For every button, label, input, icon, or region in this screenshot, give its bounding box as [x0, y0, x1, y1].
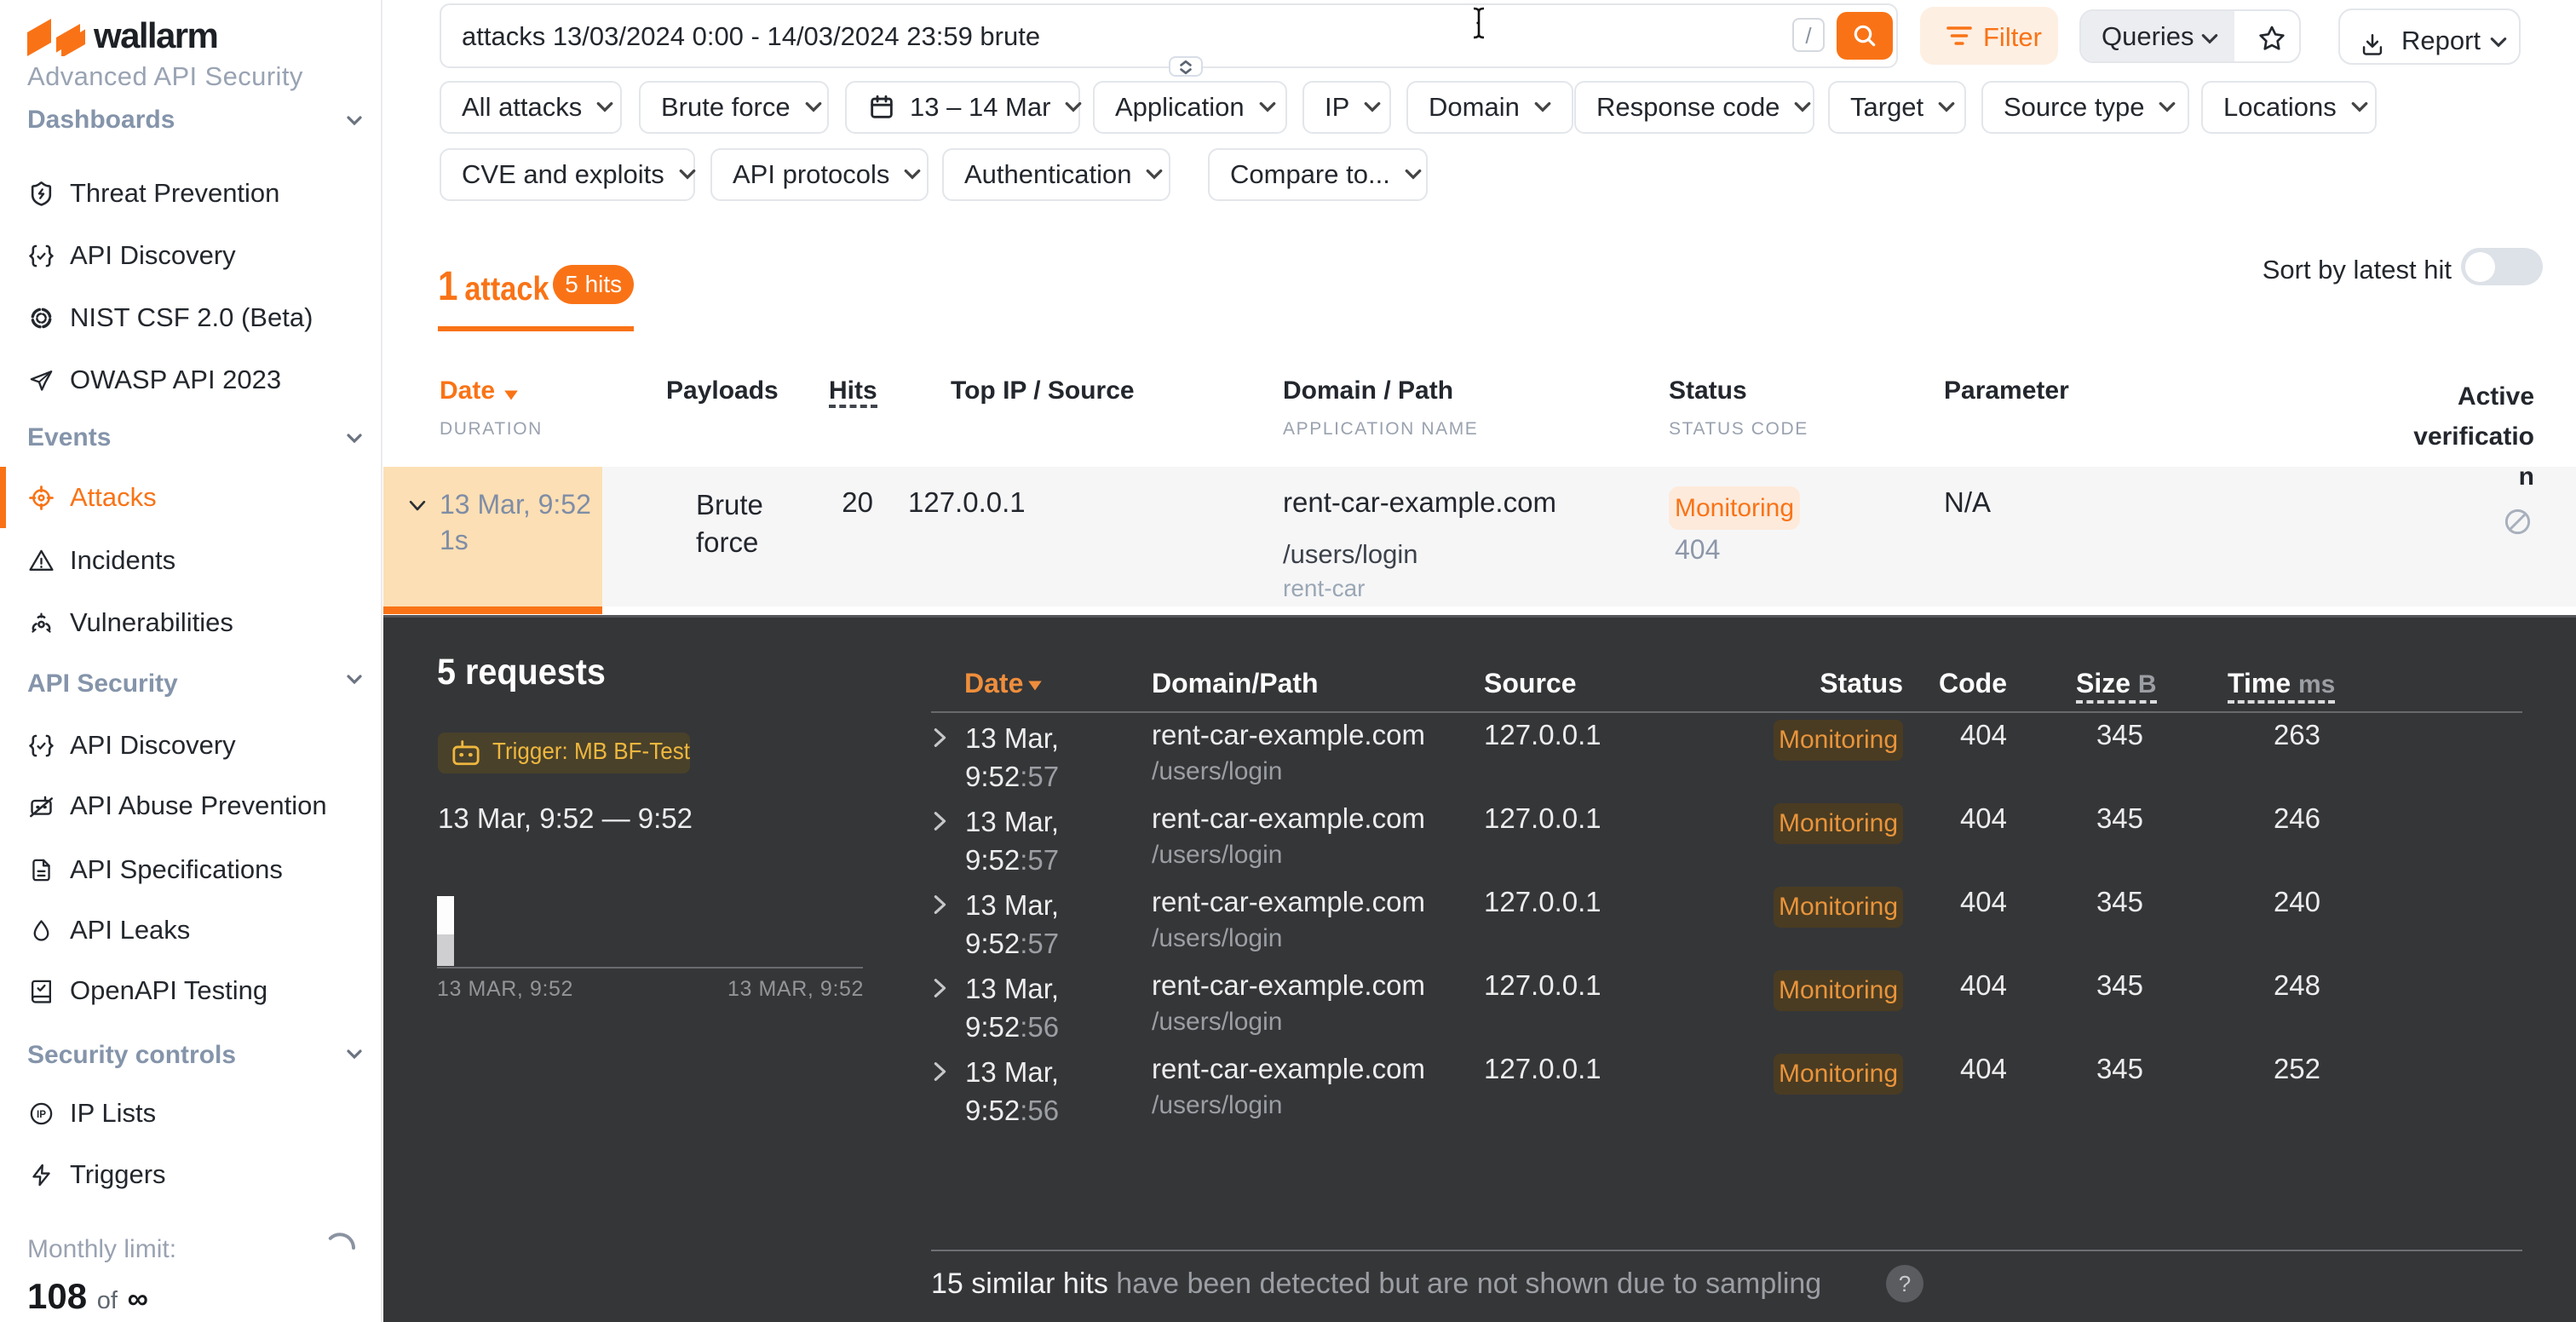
svg-text:IP: IP: [37, 1109, 46, 1120]
